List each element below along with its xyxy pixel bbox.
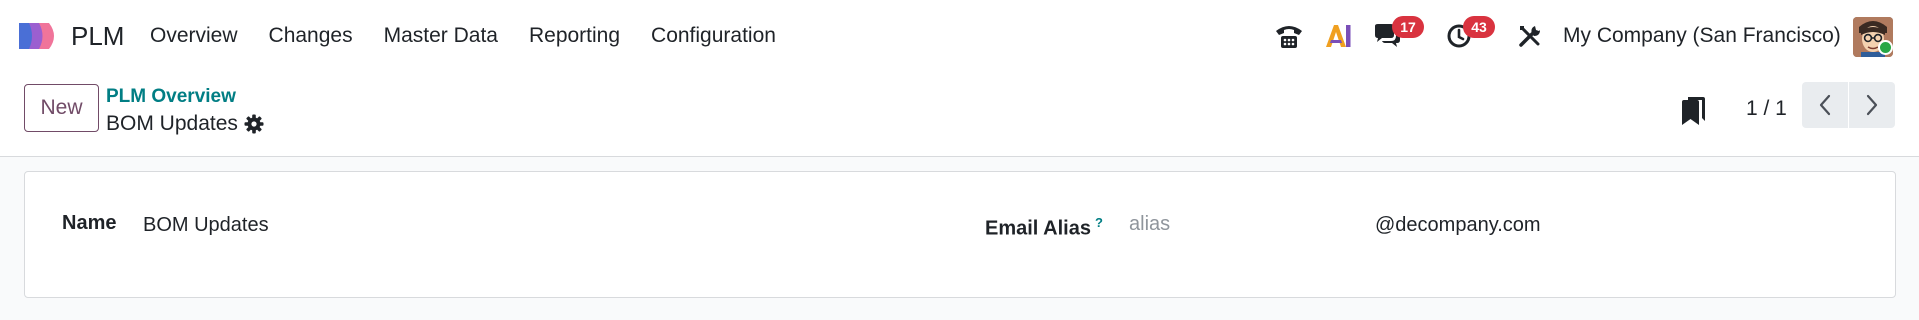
activities-badge: 43 [1463,16,1495,38]
name-label: Name [62,212,117,234]
pager-previous-button[interactable] [1802,82,1848,128]
form-sheet: Name BOM Updates Email Alias? @decompany… [24,171,1896,298]
bookmark-icon[interactable] [1680,96,1706,126]
company-switcher[interactable]: My Company (San Francisco) [1563,22,1841,50]
online-status-indicator [1878,40,1893,55]
name-field[interactable]: BOM Updates [143,212,269,238]
menu-overview[interactable]: Overview [150,22,238,50]
pager-value[interactable]: 1 / 1 [1746,95,1787,123]
phone-icon[interactable] [1273,20,1305,52]
chevron-left-icon [1819,94,1831,116]
breadcrumb-plm-overview[interactable]: PLM Overview [106,85,236,109]
email-alias-label: Email Alias? [985,215,1103,240]
messages-badge: 17 [1392,16,1424,38]
ai-icon[interactable] [1322,20,1354,52]
control-panel: New PLM Overview BOM Updates 1 / 1 [0,73,1919,157]
pager-next-button[interactable] [1849,82,1895,128]
gear-icon[interactable] [244,114,264,134]
menu-changes[interactable]: Changes [269,22,353,50]
app-name[interactable]: PLM [71,20,124,52]
chevron-right-icon [1866,94,1878,116]
help-tooltip-icon[interactable]: ? [1095,215,1103,230]
main-menu: Overview Changes Master Data Reporting C… [150,22,807,50]
record-title: BOM Updates [106,112,238,135]
email-alias-domain: @decompany.com [1375,214,1541,236]
menu-master-data[interactable]: Master Data [384,22,498,50]
new-button[interactable]: New [24,84,99,132]
plm-logo-icon[interactable] [19,21,60,51]
tools-icon[interactable] [1514,20,1546,52]
menu-reporting[interactable]: Reporting [529,22,620,50]
menu-configuration[interactable]: Configuration [651,22,776,50]
main-navbar: PLM Overview Changes Master Data Reporti… [0,0,1919,73]
email-alias-input[interactable] [1129,209,1359,239]
